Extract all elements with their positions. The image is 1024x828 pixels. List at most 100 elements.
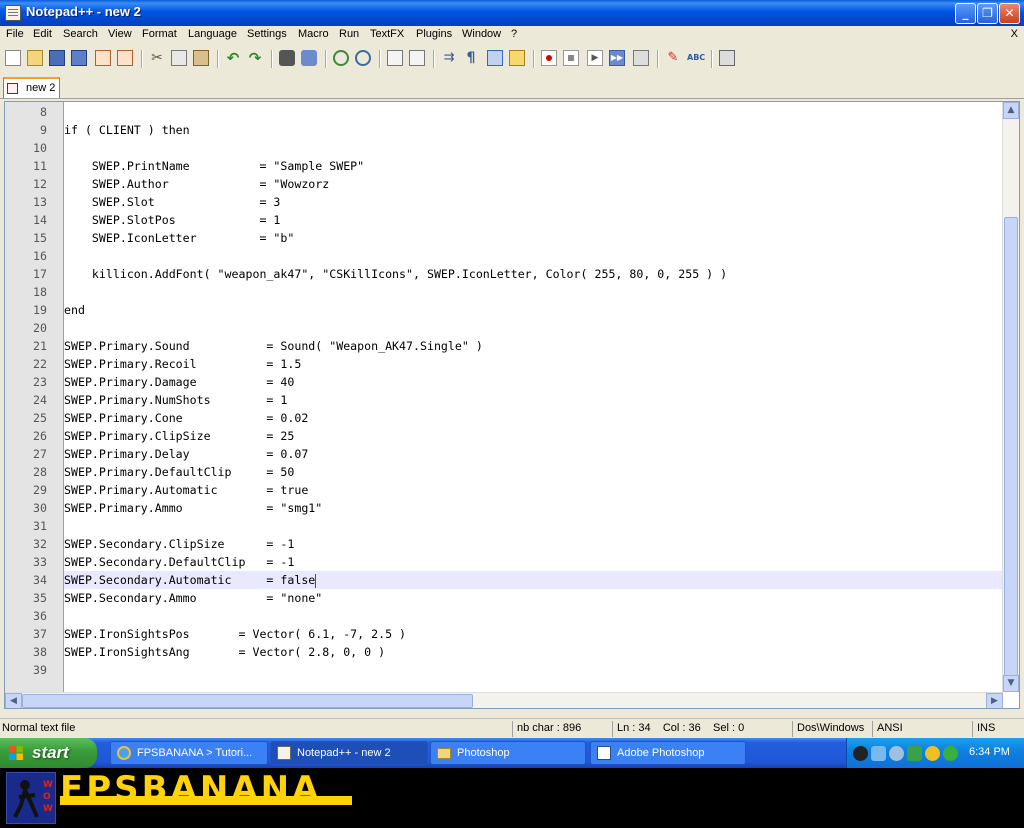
vertical-scroll-thumb[interactable] (1004, 217, 1018, 677)
editor-pane[interactable]: 8 9 10 11 12 13 14 15 16 17 18 19 20 21 22 23 24 25 26 27 28… (4, 101, 1020, 709)
start-button[interactable]: start (0, 738, 97, 768)
code-area[interactable]: if ( CLIENT ) then SWEP.PrintName = "Sam… (64, 102, 1002, 692)
play-macro-icon[interactable]: ▶ (587, 50, 603, 66)
network-icon[interactable] (871, 746, 886, 761)
sync-vertical-icon[interactable] (387, 50, 403, 66)
code-line[interactable]: SWEP.Primary.Automatic = true (64, 481, 1002, 499)
code-line[interactable] (64, 517, 1002, 535)
cut-icon[interactable]: ✂ (149, 50, 165, 66)
code-line[interactable]: SWEP.IconLetter = "b" (64, 229, 1002, 247)
menu-textfx[interactable]: TextFX (370, 28, 404, 40)
code-line[interactable]: SWEP.Primary.Damage = 40 (64, 373, 1002, 391)
paste-icon[interactable] (193, 50, 209, 66)
zoom-in-icon[interactable] (333, 50, 349, 66)
close-all-icon[interactable] (117, 50, 133, 66)
undo-icon[interactable]: ↶ (225, 50, 241, 66)
scroll-right-icon[interactable]: ▶ (986, 693, 1003, 708)
menu-language[interactable]: Language (188, 28, 237, 40)
menu-settings[interactable]: Settings (247, 28, 287, 40)
taskbar-item-fpsbanana[interactable]: FPSBANANA > Tutori... (110, 741, 268, 765)
menu-edit[interactable]: Edit (33, 28, 52, 40)
scroll-down-icon[interactable]: ▼ (1003, 675, 1019, 692)
horizontal-scrollbar[interactable]: ◀ ▶ (5, 692, 1003, 708)
code-line[interactable]: end (64, 301, 1002, 319)
word-wrap-icon[interactable]: ⇉ (441, 50, 457, 66)
menu-plugins[interactable]: Plugins (416, 28, 452, 40)
copy-icon[interactable] (171, 50, 187, 66)
taskbar-item-notepad[interactable]: Notepad++ - new 2 (270, 741, 428, 765)
menu-run[interactable]: Run (339, 28, 359, 40)
minimize-button[interactable]: _ (955, 3, 976, 24)
code-line[interactable] (64, 319, 1002, 337)
code-line[interactable] (64, 607, 1002, 625)
sync-horizontal-icon[interactable] (409, 50, 425, 66)
vertical-scrollbar[interactable]: ▲ ▼ (1002, 102, 1019, 692)
code-line[interactable]: SWEP.Primary.Delay = 0.07 (64, 445, 1002, 463)
code-line[interactable] (64, 139, 1002, 157)
close-icon[interactable] (95, 50, 111, 66)
code-line[interactable]: SWEP.IronSightsPos = Vector( 6.1, -7, 2.… (64, 625, 1002, 643)
code-line[interactable]: SWEP.Primary.Ammo = "smg1" (64, 499, 1002, 517)
steam-icon[interactable] (853, 746, 868, 761)
menu-macro[interactable]: Macro (298, 28, 329, 40)
replace-icon[interactable] (301, 50, 317, 66)
code-line[interactable]: SWEP.Primary.NumShots = 1 (64, 391, 1002, 409)
code-line[interactable]: SWEP.SlotPos = 1 (64, 211, 1002, 229)
run-macro-multiple-icon[interactable]: ▶▶ (609, 50, 625, 66)
menu-window[interactable]: Window (462, 28, 501, 40)
close-button[interactable]: ✕ (999, 3, 1020, 24)
indent-guide-icon[interactable] (487, 50, 503, 66)
volume-icon[interactable] (889, 746, 904, 761)
tab-new-2[interactable]: new 2 (3, 77, 60, 98)
code-line[interactable] (64, 283, 1002, 301)
code-line[interactable]: SWEP.Primary.ClipSize = 25 (64, 427, 1002, 445)
menu-view[interactable]: View (108, 28, 132, 40)
taskbar-item-photoshop-folder[interactable]: Photoshop (430, 741, 586, 765)
spellcheck-icon[interactable]: ABC (687, 50, 705, 66)
save-icon[interactable] (49, 50, 65, 66)
menu-file[interactable]: File (6, 28, 24, 40)
update-icon[interactable] (943, 746, 958, 761)
code-line[interactable]: killicon.AddFont( "weapon_ak47", "CSKill… (64, 265, 1002, 283)
code-line[interactable]: if ( CLIENT ) then (64, 121, 1002, 139)
code-line[interactable]: SWEP.IronSightsAng = Vector( 2.8, 0, 0 ) (64, 643, 1002, 661)
scroll-left-icon[interactable]: ◀ (5, 693, 22, 708)
zoom-out-icon[interactable] (355, 50, 371, 66)
close-document-button[interactable]: X (1011, 28, 1018, 40)
taskbar-item-adobe-photoshop[interactable]: Adobe Photoshop (590, 741, 746, 765)
save-macro-icon[interactable] (633, 50, 649, 66)
menu-format[interactable]: Format (142, 28, 177, 40)
code-line[interactable]: SWEP.Primary.DefaultClip = 50 (64, 463, 1002, 481)
menu-help[interactable]: ? (511, 28, 517, 40)
messenger-icon[interactable] (925, 746, 940, 761)
menu-search[interactable]: Search (63, 28, 98, 40)
print-icon[interactable] (719, 50, 735, 66)
new-file-icon[interactable] (5, 50, 21, 66)
redo-icon[interactable]: ↷ (247, 50, 263, 66)
tray-app-icon[interactable] (907, 746, 922, 761)
code-line[interactable]: SWEP.Primary.Recoil = 1.5 (64, 355, 1002, 373)
code-line[interactable] (64, 103, 1002, 121)
trim-icon[interactable]: ✎ (665, 50, 681, 66)
horizontal-scroll-thumb[interactable] (22, 694, 473, 708)
save-all-icon[interactable] (71, 50, 87, 66)
code-line[interactable]: SWEP.PrintName = "Sample SWEP" (64, 157, 1002, 175)
code-line[interactable]: SWEP.Slot = 3 (64, 193, 1002, 211)
code-line[interactable]: SWEP.Secondary.DefaultClip = -1 (64, 553, 1002, 571)
show-all-chars-icon[interactable]: ¶ (463, 50, 479, 66)
stop-macro-icon[interactable] (563, 50, 579, 66)
current-code-line[interactable]: SWEP.Secondary.Automatic = false (64, 571, 1002, 589)
code-line[interactable]: SWEP.Secondary.Ammo = "none" (64, 589, 1002, 607)
code-line[interactable] (64, 247, 1002, 265)
scroll-up-icon[interactable]: ▲ (1003, 102, 1019, 119)
code-line[interactable]: SWEP.Primary.Cone = 0.02 (64, 409, 1002, 427)
record-macro-icon[interactable] (541, 50, 557, 66)
user-lang-icon[interactable] (509, 50, 525, 66)
code-line[interactable] (64, 661, 1002, 679)
maximize-button[interactable]: ❐ (977, 3, 998, 24)
code-line[interactable]: SWEP.Primary.Sound = Sound( "Weapon_AK47… (64, 337, 1002, 355)
code-line[interactable]: SWEP.Author = "Wowzorz (64, 175, 1002, 193)
open-file-icon[interactable] (27, 50, 43, 66)
find-icon[interactable] (279, 50, 295, 66)
clock[interactable]: 6:34 PM (969, 746, 1010, 758)
